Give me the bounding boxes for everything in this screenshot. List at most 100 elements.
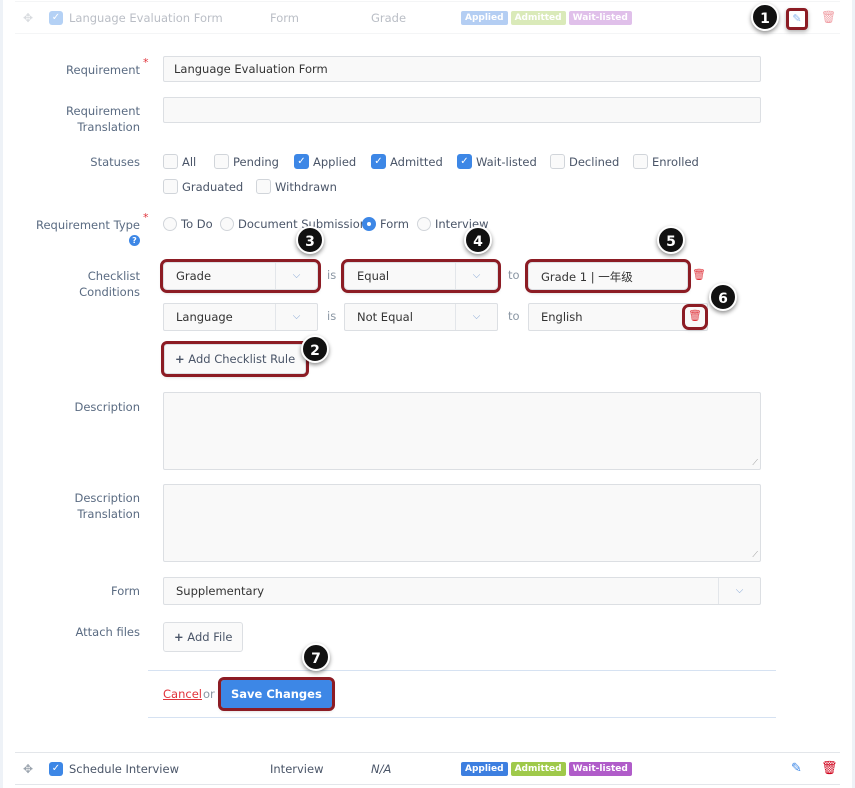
status-checkbox-enrolled[interactable]: Enrolled [633, 154, 699, 169]
condition-1-operator-select[interactable]: Equal ⌵ [341, 259, 501, 293]
callout-5: 5 [657, 226, 685, 254]
trash-icon[interactable]: 🗑 [821, 10, 836, 24]
condition-1-field-select[interactable]: Grade ⌵ [160, 259, 321, 293]
checkbox-label: Wait-listed [476, 154, 537, 169]
move-handle-icon[interactable]: ✥ [23, 11, 33, 25]
description-textarea[interactable]: ⟋ [163, 392, 761, 470]
status-checkbox-graduated[interactable]: Graduated [163, 179, 243, 194]
checkbox-label: All [182, 154, 197, 169]
checkbox-box[interactable] [163, 179, 178, 194]
status-badge-wait-listed: Wait-listed [568, 10, 632, 25]
resize-handle-icon[interactable]: ⟋ [752, 550, 758, 560]
requirement-translation-label: Requirement Translation [66, 103, 140, 135]
checkbox-label: Admitted [390, 154, 443, 169]
type-radio-document-submission[interactable]: Document Submission [220, 217, 367, 231]
checkbox-label: Applied [313, 154, 357, 169]
checkbox-box[interactable]: ✓ [371, 154, 386, 169]
radio-circle[interactable] [220, 217, 234, 231]
select-value: Language [176, 310, 233, 324]
button-label: Add Checklist Rule [188, 352, 296, 366]
form-select[interactable]: Supplementary ⌵ [163, 577, 761, 605]
save-changes-button[interactable]: Save Changes [218, 677, 335, 711]
checkbox-label: Graduated [182, 179, 244, 194]
callout-6: 6 [709, 283, 737, 311]
cancel-link[interactable]: Cancel [163, 687, 202, 701]
chevron-down-icon[interactable]: ⌵ [455, 304, 497, 330]
checkbox-box[interactable] [256, 179, 271, 194]
or-text: or [203, 687, 215, 701]
description-translation-label: Description Translation [75, 490, 141, 522]
status-checkbox-declined[interactable]: Declined [550, 154, 619, 169]
checkbox-box[interactable]: ✓ [294, 154, 309, 169]
trash-icon[interactable]: 🗑 [821, 761, 838, 776]
callout-3: 3 [296, 226, 324, 254]
required-marker: * [143, 211, 149, 224]
callout-4: 4 [464, 226, 492, 254]
condition-2-value-input[interactable]: English [528, 303, 708, 331]
status-checkbox-applied[interactable]: ✓ Applied [294, 154, 356, 169]
checkbox-box[interactable] [163, 154, 178, 169]
row-name: Language Evaluation Form [69, 10, 223, 25]
status-checkbox-admitted[interactable]: ✓ Admitted [371, 154, 443, 169]
checkbox-label: Declined [569, 154, 620, 169]
required-marker: * [143, 56, 149, 69]
edit-icon[interactable]: ✎ [791, 761, 802, 776]
row-type: Interview [270, 761, 324, 776]
requirement-translation-input[interactable] [163, 97, 761, 123]
trash-icon[interactable]: 🗑 [692, 268, 706, 281]
callout-7: 7 [302, 643, 330, 671]
requirement-row-language-evaluation: ✥ ✓ Language Evaluation Form Form Grade … [15, 1, 840, 34]
status-checkbox-withdrawn[interactable]: Withdrawn [256, 179, 337, 194]
radio-circle[interactable] [163, 217, 177, 231]
description-label: Description [74, 400, 141, 414]
add-checklist-rule-button[interactable]: + Add Checklist Rule [160, 341, 310, 377]
radio-label: To Do [181, 217, 213, 231]
radio-circle[interactable] [417, 217, 431, 231]
row-name: Schedule Interview [69, 761, 179, 776]
status-checkbox-wait-listed[interactable]: ✓ Wait-listed [457, 154, 537, 169]
trash-icon[interactable]: 🗑 [682, 304, 708, 330]
requirement-input[interactable]: Language Evaluation Form [163, 56, 761, 82]
select-value: Not Equal [357, 310, 413, 324]
condition-2-field-select[interactable]: Language ⌵ [163, 303, 318, 331]
edit-icon[interactable]: ✎ [786, 8, 808, 30]
plus-icon: + [175, 352, 185, 366]
status-checkbox-pending[interactable]: Pending [214, 154, 279, 169]
type-radio-form[interactable]: Form [362, 217, 409, 231]
move-handle-icon[interactable]: ✥ [23, 762, 33, 776]
to-text: to [508, 268, 520, 282]
requirement-label: Requirement [66, 63, 140, 77]
statuses-label: Statuses [90, 155, 140, 169]
chevron-down-icon[interactable]: ⌵ [275, 304, 317, 330]
help-icon[interactable]: ? [129, 235, 140, 246]
checkbox-box[interactable] [550, 154, 565, 169]
radio-circle[interactable] [362, 217, 376, 231]
resize-handle-icon[interactable]: ⟋ [752, 458, 758, 468]
checkbox-box[interactable] [633, 154, 648, 169]
checkbox-box[interactable]: ✓ [457, 154, 472, 169]
checklist-conditions-label: Checklist Conditions [79, 268, 140, 300]
condition-1-value-input[interactable]: Grade 1 | 一年级 [525, 259, 691, 293]
divider [148, 717, 776, 718]
chevron-down-icon[interactable]: ⌵ [275, 263, 317, 289]
label-line: Conditions [79, 285, 140, 299]
chevron-down-icon[interactable]: ⌵ [455, 263, 497, 289]
status-badges: Applied Admitted Wait-listed [461, 761, 632, 776]
status-badges: Applied Admitted Wait-listed [461, 10, 632, 25]
checkbox-label: Enrolled [652, 154, 699, 169]
label-line: Description [74, 491, 141, 505]
plus-icon: + [174, 630, 184, 644]
row-checkbox[interactable]: ✓ [49, 10, 63, 25]
description-translation-textarea[interactable]: ⟋ [163, 484, 761, 562]
checkbox-box[interactable] [214, 154, 229, 169]
add-file-button[interactable]: + Add File [163, 622, 244, 652]
chevron-down-icon[interactable]: ⌵ [718, 578, 760, 604]
radio-label: Form [380, 217, 409, 231]
type-radio-to-do[interactable]: To Do [163, 217, 213, 231]
condition-2-operator-select[interactable]: Not Equal ⌵ [344, 303, 498, 331]
callout-2: 2 [301, 335, 329, 363]
row-type: Form [270, 10, 299, 25]
is-text: is [327, 309, 337, 323]
status-checkbox-all[interactable]: All [163, 154, 196, 169]
row-checkbox[interactable]: ✓ [49, 761, 63, 776]
